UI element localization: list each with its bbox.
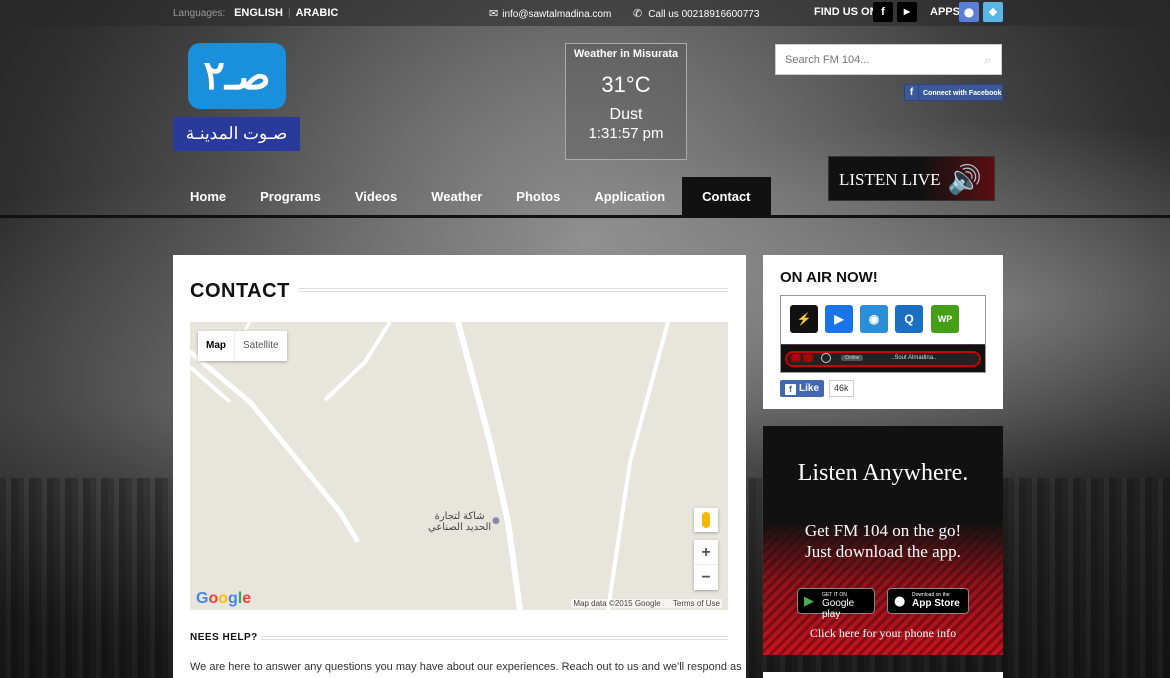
weather-title: Weather in Misurata [573,48,679,60]
facebook-icon[interactable]: f [873,2,893,22]
help-heading: NEES HELP? [190,632,258,643]
player-station: ..Sout Almadina.. [891,355,937,361]
google-logo: Google [196,590,252,607]
phone-icon: ✆ [633,7,643,20]
envelope-icon: ✉ [489,7,499,20]
nav-weather[interactable]: Weather [414,177,499,217]
android-icon[interactable]: ◆ [983,2,1003,22]
gp-big: Google play [822,598,855,620]
like-button[interactable]: f Like [780,380,825,397]
weather-condition: Dust [609,106,643,123]
sidebar-panel-3 [763,672,1003,678]
winamp-icon[interactable]: ⚡ [790,305,818,333]
weather-temp: 31°C [601,72,651,97]
languages-label: Languages: [173,8,226,19]
facebook-f-icon: f [905,85,919,100]
title-rule [298,288,728,292]
google-map[interactable]: Map Satellite شاكة لتجارة الحديد الصناعي … [190,322,728,610]
app-store-button[interactable]: ● Download on the App Store [887,588,969,614]
email-text: info@sawtalmadina.com [502,9,612,20]
contact-panel: CONTACT Map Satellite شاكة لتجارة الحديد … [173,255,746,678]
radio-player: ⚡ ▶ ◉ Q WP Online ..Sout Almadina.. [780,295,986,373]
volume-dial[interactable] [821,353,831,363]
terms-link[interactable]: Terms of Use [673,599,720,608]
weather-time: 1:31:57 pm [588,125,664,142]
map-type-toggle: Map Satellite [198,331,287,361]
map-roads [190,322,670,610]
main-nav: Home Programs Videos Weather Photos Appl… [173,177,771,217]
promo-title: Listen Anywhere. [797,460,969,486]
phone-text: Call us 00218916600773 [648,9,760,20]
email-link[interactable]: ✉ info@sawtalmadina.com [489,7,611,20]
weather-widget: Weather in Misurata 31°C Dust 1:31:57 pm [565,43,687,160]
help-rule [261,636,728,640]
like-count: 46k [829,380,854,397]
app-promo: Listen Anywhere. Get FM 104 on the go! J… [763,426,1003,655]
nav-divider [0,215,1170,218]
youtube-icon[interactable]: ▶ [897,2,917,22]
search-box: ⌕ [775,44,1002,75]
speaker-icon: 🔊 [947,163,982,196]
google-play-button[interactable]: ▶ GET IT ON Google play [797,588,875,620]
pegman-icon [702,512,710,528]
map-button[interactable]: Map [198,331,235,361]
nav-home[interactable]: Home [173,177,243,217]
stop-button[interactable] [803,354,813,362]
quicktime-icon[interactable]: Q [895,305,923,333]
logo-mark: صـ٢ [188,43,286,109]
language-switcher: Languages: ENGLISH | ARABIC [173,7,338,19]
apple-store-icon: ● [894,594,906,609]
listen-live-label: LISTEN LIVE [839,170,941,189]
lang-english-link[interactable]: ENGLISH [234,7,283,19]
apple-icon[interactable]: ● [959,2,979,22]
google-play-icon: ▶ [804,594,814,609]
media-player-icon[interactable]: ▶ [825,305,853,333]
apps-label: APPS [930,6,960,18]
on-air-widget: ON AIR NOW! ⚡ ▶ ◉ Q WP Online ..Sout Alm… [763,255,1003,409]
street-view-pegman[interactable] [694,508,718,532]
player-strip [785,351,981,367]
facebook-connect-button[interactable]: f Connect with Facebook [904,84,1003,101]
player-bar: Online ..Sout Almadina.. [781,344,985,372]
realplayer-icon[interactable]: ◉ [860,305,888,333]
as-big: App Store [912,598,960,609]
phone-info-link[interactable]: Click here for your phone info [763,626,1003,641]
zoom-out-button[interactable]: − [694,565,718,590]
nav-contact[interactable]: Contact [682,177,771,217]
map-attribution: Map data ©2015 Google Terms of Use [571,599,722,608]
site-logo[interactable]: صـ٢ صـوت المدينـة [173,43,300,151]
map-place-label: شاكة لتجارة الحديد الصناعي [428,511,492,533]
promo-line-1: Get FM 104 on the go! [804,521,962,540]
map-data-text: Map data ©2015 Google [573,599,661,608]
promo-line-2: Just download the app. [805,542,961,561]
facebook-like: f Like 46k [780,380,854,397]
facebook-connect-label: Connect with Facebook [923,90,1002,97]
windows-phone-icon[interactable]: WP [931,305,959,333]
like-label: Like [799,383,820,394]
search-input[interactable] [776,45,966,74]
page-title: CONTACT [190,280,290,302]
like-fb-icon: f [785,384,796,395]
find-us-label: FIND US ON [814,6,878,18]
zoom-control: + − [694,540,718,590]
promo-subtitle: Get FM 104 on the go! Just download the … [763,520,1003,562]
search-icon[interactable]: ⌕ [984,53,991,68]
place-pin-icon: ● [492,516,500,526]
player-status: Online [841,355,864,361]
nav-application[interactable]: Application [577,177,682,217]
nav-videos[interactable]: Videos [338,177,414,217]
logo-text: صـوت المدينـة [173,117,300,151]
nav-programs[interactable]: Programs [243,177,338,217]
top-bar: Languages: ENGLISH | ARABIC ✉ info@sawtalma… [0,0,1170,26]
help-text: We are here to answer any questions you … [190,661,742,673]
listen-live-button[interactable]: LISTEN LIVE 🔊 [828,156,995,201]
nav-photos[interactable]: Photos [499,177,577,217]
phone-info: ✆ Call us 00218916600773 [633,7,759,20]
play-button[interactable] [791,354,801,362]
on-air-title: ON AIR NOW! [780,269,878,286]
zoom-in-button[interactable]: + [694,540,718,565]
lang-arabic-link[interactable]: ARABIC [296,7,339,19]
satellite-button[interactable]: Satellite [235,331,287,361]
lang-separator: | [287,8,291,19]
